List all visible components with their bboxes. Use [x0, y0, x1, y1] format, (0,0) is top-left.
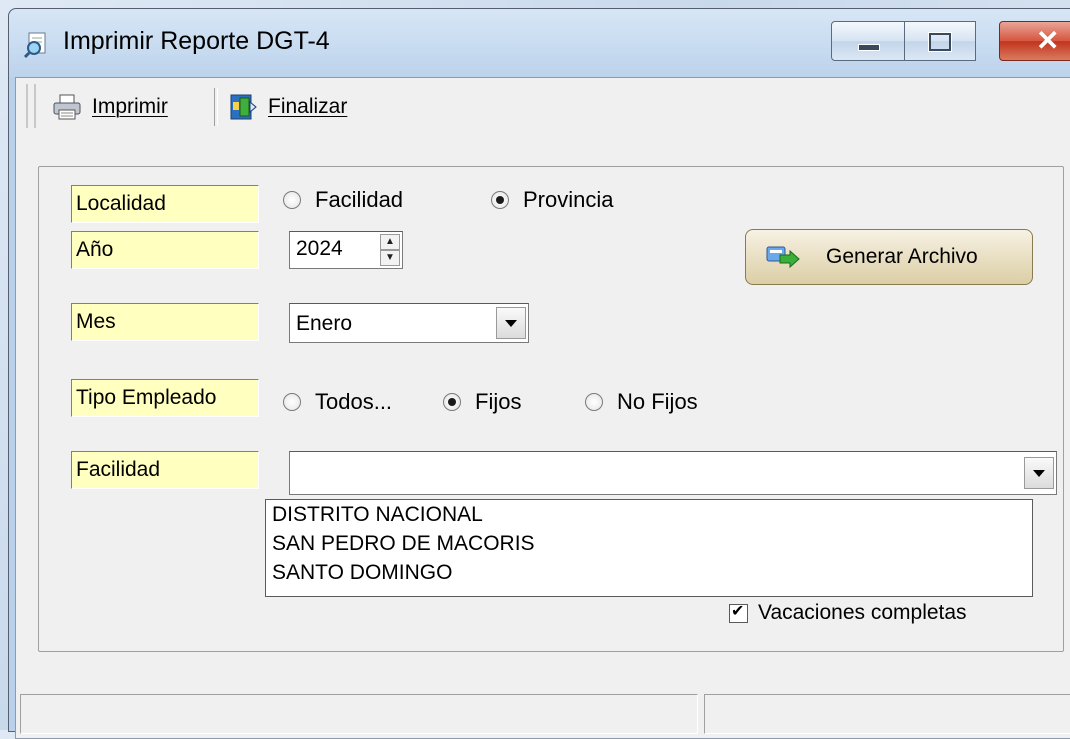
- localidad-label: Localidad: [71, 185, 259, 223]
- radio-facilidad[interactable]: Facilidad: [283, 187, 403, 213]
- chevron-down-icon: [505, 319, 517, 327]
- radio-no-fijos-dot[interactable]: [585, 393, 603, 411]
- tipo-empleado-label: Tipo Empleado: [71, 379, 259, 417]
- radio-provincia[interactable]: Provincia: [491, 187, 613, 213]
- anio-spinner[interactable]: 2024 ▲ ▼: [289, 231, 403, 269]
- finish-label: Finalizar: [268, 95, 348, 118]
- close-icon: ✕: [1036, 25, 1060, 56]
- report-window: Imprimir Reporte DGT-4 ✕ Imprimir Finali…: [8, 8, 1070, 739]
- exit-door-icon: [230, 94, 257, 120]
- radio-provincia-dot[interactable]: [491, 191, 509, 209]
- radio-no-fijos-label: No Fijos: [617, 389, 698, 414]
- list-item[interactable]: DISTRITO NACIONAL: [266, 500, 1032, 529]
- facilidad-dropdown-list[interactable]: DISTRITO NACIONAL SAN PEDRO DE MACORIS S…: [265, 499, 1033, 597]
- facilidad-combobox[interactable]: [289, 451, 1057, 495]
- parameters-group: Localidad Facilidad Provincia Año 2024 ▲…: [38, 166, 1064, 652]
- printer-icon: [53, 94, 81, 120]
- client-area: Imprimir Finalizar Localidad Facilidad P…: [15, 77, 1070, 739]
- mes-value: Enero: [296, 312, 353, 335]
- radio-todos[interactable]: Todos...: [283, 389, 392, 415]
- toolbar-grip[interactable]: [26, 84, 36, 128]
- spin-down-icon[interactable]: ▼: [380, 250, 400, 266]
- radio-todos-dot[interactable]: [283, 393, 301, 411]
- status-pane-right: [704, 694, 1070, 734]
- mes-label: Mes: [71, 303, 259, 341]
- radio-facilidad-dot[interactable]: [283, 191, 301, 209]
- vacaciones-checkbox[interactable]: Vacaciones completas: [729, 601, 967, 625]
- radio-fijos-dot[interactable]: [443, 393, 461, 411]
- radio-no-fijos[interactable]: No Fijos: [585, 389, 698, 415]
- print-button[interactable]: Imprimir: [52, 90, 168, 124]
- chevron-down-icon: [1033, 469, 1045, 477]
- toolbar: Imprimir Finalizar: [16, 78, 1070, 134]
- anio-label: Año: [71, 231, 259, 269]
- facilidad-label: Facilidad: [71, 451, 259, 489]
- vacaciones-checkbox-box[interactable]: [729, 601, 748, 623]
- radio-fijos-label: Fijos: [475, 389, 522, 414]
- radio-facilidad-label: Facilidad: [315, 187, 404, 212]
- toolbar-separator: [214, 88, 218, 126]
- radio-todos-label: Todos...: [315, 389, 393, 414]
- print-label: Imprimir: [92, 95, 168, 118]
- status-bar: [16, 694, 1070, 738]
- list-item[interactable]: SANTO DOMINGO: [266, 558, 1032, 587]
- magnifier-document-icon: [23, 32, 46, 59]
- maximize-button[interactable]: [904, 21, 976, 61]
- generate-file-button[interactable]: Generar Archivo: [745, 229, 1033, 285]
- finish-button[interactable]: Finalizar: [228, 90, 347, 124]
- anio-spin-buttons[interactable]: ▲ ▼: [380, 234, 400, 266]
- close-button[interactable]: ✕: [999, 21, 1070, 61]
- list-item[interactable]: SAN PEDRO DE MACORIS: [266, 529, 1032, 558]
- facilidad-dropdown-button[interactable]: [1024, 457, 1054, 489]
- vacaciones-label: Vacaciones completas: [758, 601, 967, 624]
- minimize-button[interactable]: [831, 21, 905, 61]
- generate-file-label: Generar Archivo: [826, 245, 978, 268]
- radio-provincia-label: Provincia: [523, 187, 614, 212]
- window-title: Imprimir Reporte DGT-4: [63, 27, 330, 55]
- minimize-icon: [858, 44, 880, 51]
- spin-up-icon[interactable]: ▲: [380, 234, 400, 250]
- status-pane-left: [20, 694, 698, 734]
- mes-dropdown-button[interactable]: [496, 307, 526, 339]
- anio-value: 2024: [296, 237, 343, 260]
- radio-fijos[interactable]: Fijos: [443, 389, 521, 415]
- mes-select[interactable]: Enero: [289, 303, 529, 343]
- maximize-icon: [929, 33, 951, 51]
- arrow-right-icon: [766, 246, 800, 269]
- title-bar[interactable]: Imprimir Reporte DGT-4 ✕: [9, 9, 1070, 77]
